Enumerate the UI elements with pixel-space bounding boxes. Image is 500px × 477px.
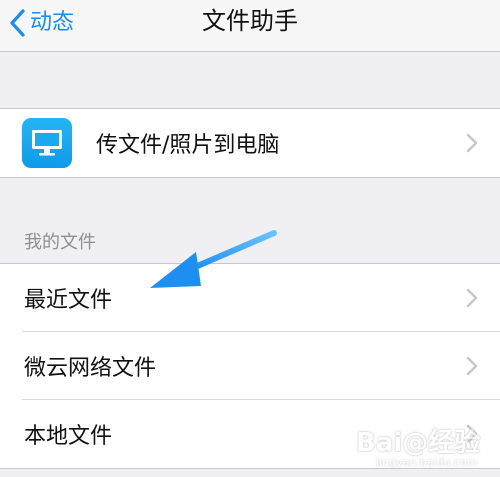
recent-files-row[interactable]: 最近文件 bbox=[0, 264, 500, 332]
navigation-bar: 动态 文件助手 bbox=[0, 0, 500, 52]
transfer-label: 传文件/照片到电脑 bbox=[96, 133, 280, 158]
page-title: 文件助手 bbox=[202, 7, 298, 35]
watermark-main: Bai@经验 bbox=[356, 428, 481, 458]
weiyun-files-label: 微云网络文件 bbox=[24, 356, 157, 381]
local-files-label: 本地文件 bbox=[24, 424, 113, 449]
chevron-right-icon bbox=[466, 288, 478, 308]
recent-files-label: 最近文件 bbox=[24, 288, 113, 313]
watermark-sub: jingyan.baidu.com bbox=[376, 456, 478, 469]
transfer-to-computer-row[interactable]: 传文件/照片到电脑 bbox=[0, 109, 500, 177]
chevron-right-icon bbox=[466, 133, 478, 153]
monitor-icon bbox=[22, 118, 72, 168]
weiyun-files-row[interactable]: 微云网络文件 bbox=[0, 332, 500, 400]
chevron-right-icon bbox=[466, 356, 478, 376]
section-header-my-files: 我的文件 bbox=[24, 232, 96, 253]
baidu-watermark: Bai@经验 jingyan.baidu.com bbox=[356, 422, 496, 472]
transfer-group: 传文件/照片到电脑 bbox=[0, 108, 500, 178]
